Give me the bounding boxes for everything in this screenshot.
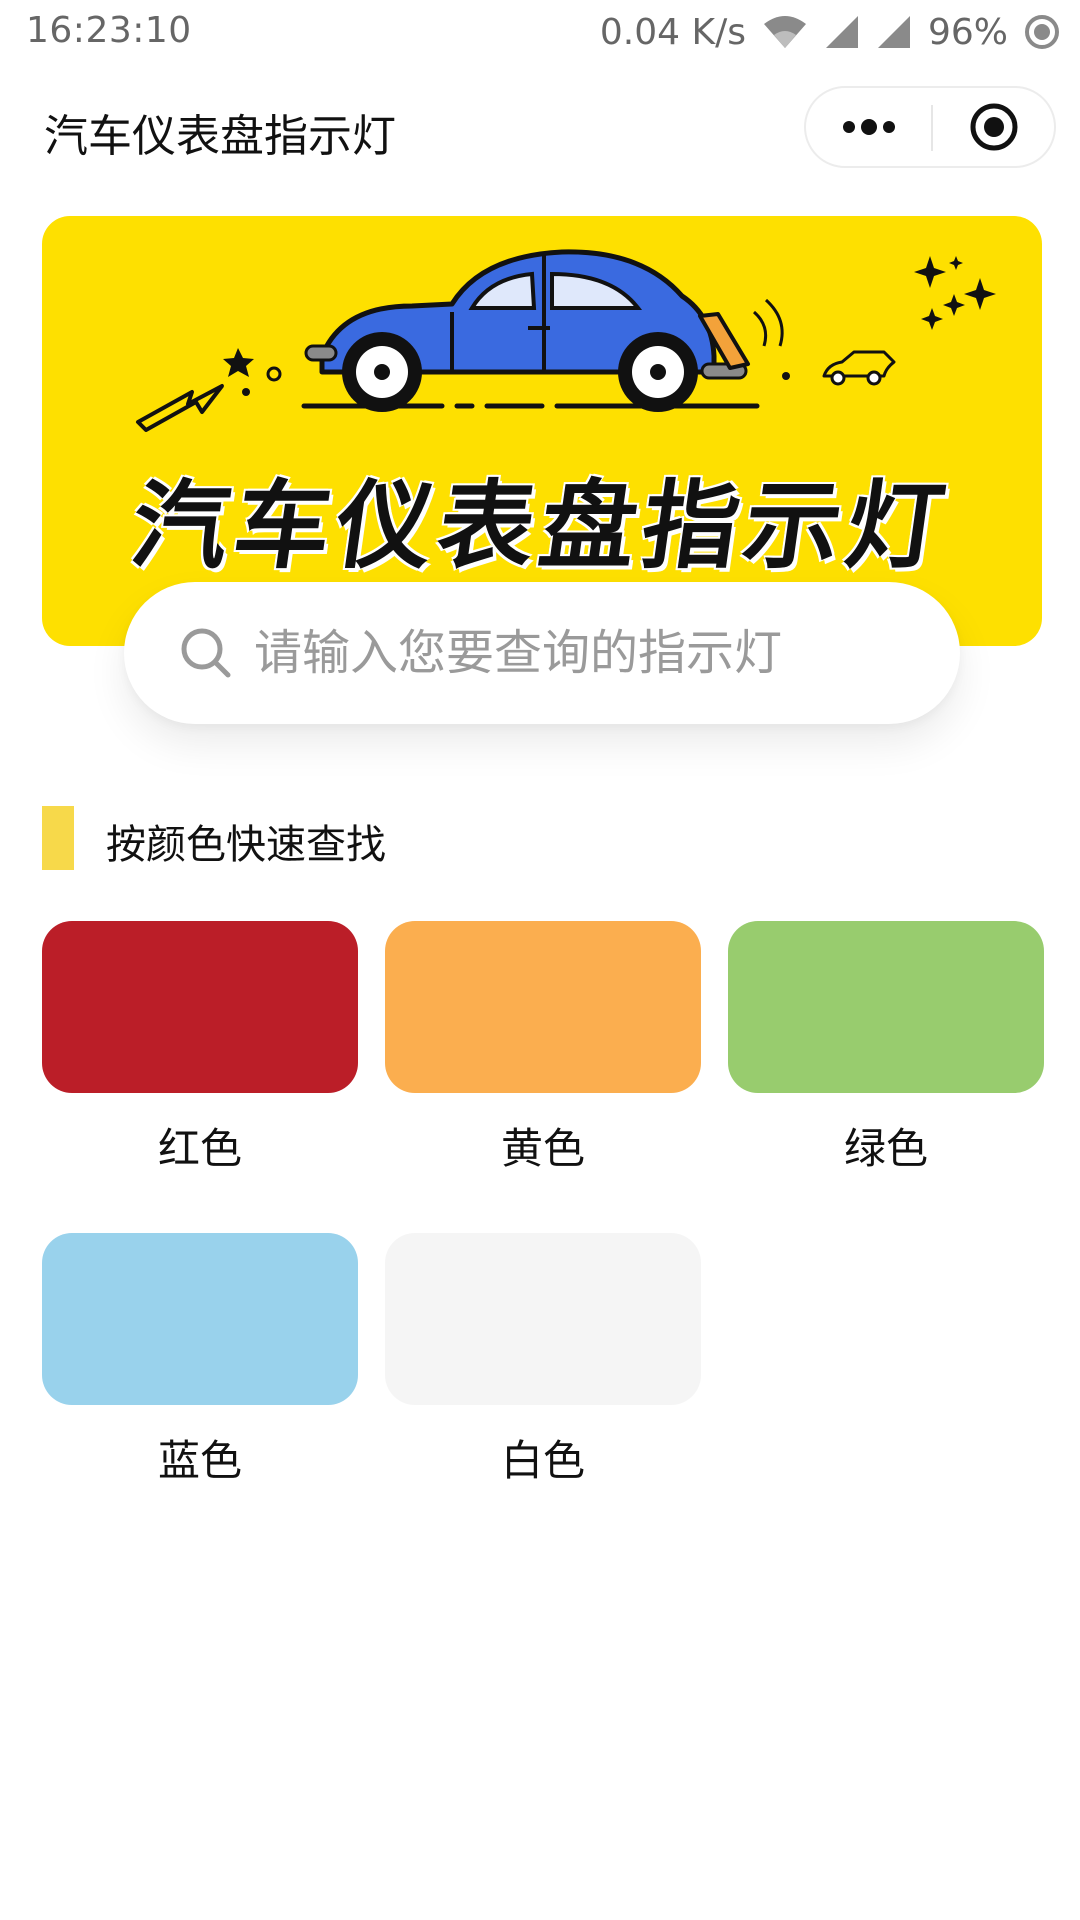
app-page: 16:23:10 0.04 K/s 96% 汽车仪表盘指示灯 汽车仪表盘指示灯 … bbox=[0, 0, 1080, 1920]
battery-icon bbox=[1024, 14, 1060, 50]
color-swatch-blue bbox=[42, 1233, 358, 1405]
color-tile-white[interactable]: 白色 bbox=[385, 1233, 701, 1488]
color-swatch-white bbox=[385, 1233, 701, 1405]
nav-bar: 汽车仪表盘指示灯 bbox=[0, 64, 1080, 184]
wifi-icon bbox=[762, 14, 808, 50]
mini-program-capsule bbox=[804, 86, 1056, 168]
color-tile-yellow[interactable]: 黄色 bbox=[385, 921, 701, 1176]
status-indicators: 0.04 K/s 96% bbox=[600, 10, 1060, 54]
search-bar[interactable] bbox=[124, 582, 960, 724]
color-swatch-yellow bbox=[385, 921, 701, 1093]
color-label-green: 绿色 bbox=[843, 1124, 928, 1173]
color-label-yellow: 黄色 bbox=[500, 1124, 585, 1173]
color-swatch-green bbox=[728, 921, 1044, 1093]
record-target-icon bbox=[970, 103, 1017, 151]
search-input[interactable] bbox=[252, 624, 896, 682]
color-tile-blue[interactable]: 蓝色 bbox=[42, 1233, 358, 1488]
page-title: 汽车仪表盘指示灯 bbox=[44, 111, 396, 162]
search-icon bbox=[181, 628, 231, 678]
status-bar: 16:23:10 0.04 K/s 96% bbox=[0, 0, 1080, 64]
network-speed: 0.04 K/s bbox=[599, 11, 746, 53]
more-dots-icon bbox=[842, 119, 895, 135]
color-tile-green[interactable]: 绿色 bbox=[728, 921, 1044, 1176]
section-accent-bar bbox=[42, 806, 74, 870]
close-mini-program-button[interactable] bbox=[933, 88, 1054, 166]
color-label-blue: 蓝色 bbox=[157, 1436, 242, 1485]
section-header: 按颜色快速查找 bbox=[42, 806, 942, 870]
signal-icon bbox=[824, 14, 860, 50]
section-title: 按颜色快速查找 bbox=[106, 822, 386, 868]
color-tile-red[interactable]: 红色 bbox=[42, 921, 358, 1176]
signal-icon-2 bbox=[876, 14, 912, 50]
battery-level: 96% bbox=[927, 11, 1008, 53]
banner-title: 汽车仪表盘指示灯 bbox=[124, 470, 957, 582]
color-swatch-red bbox=[42, 921, 358, 1093]
status-time: 16:23:10 bbox=[26, 10, 192, 51]
more-button[interactable] bbox=[806, 88, 931, 166]
color-label-red: 红色 bbox=[157, 1124, 242, 1173]
color-label-white: 白色 bbox=[500, 1436, 585, 1485]
